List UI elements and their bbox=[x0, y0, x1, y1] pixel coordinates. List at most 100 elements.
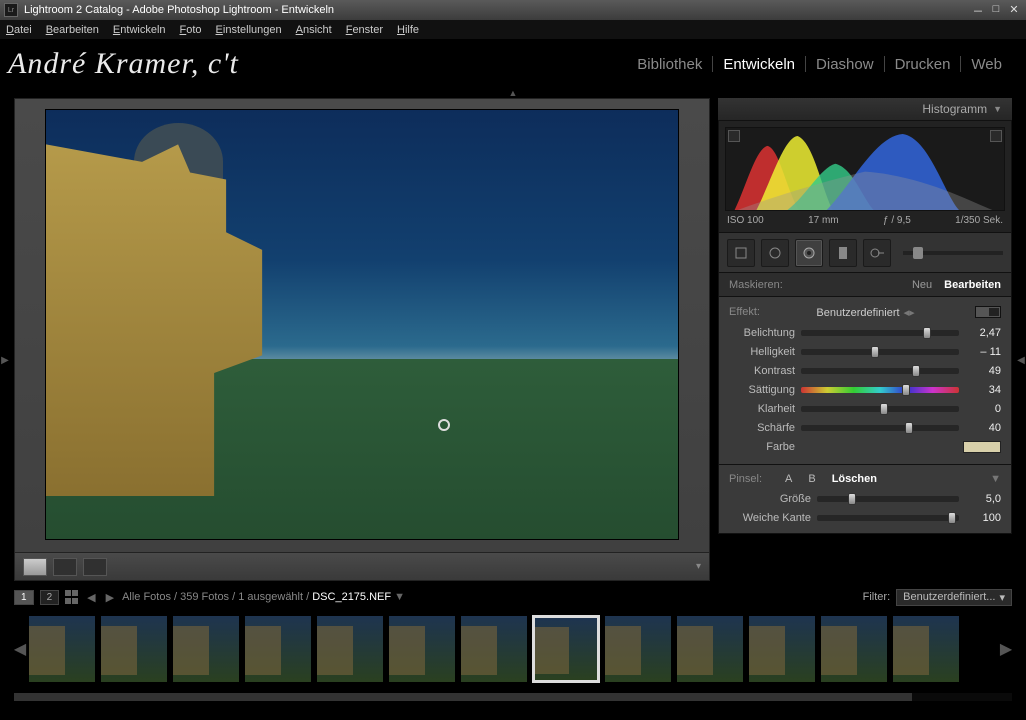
brush-collapse-icon[interactable]: ▼ bbox=[990, 473, 1001, 485]
slider-track-Kontrast[interactable] bbox=[801, 368, 959, 374]
slider-knob-Sättigung[interactable] bbox=[902, 384, 910, 396]
module-picker: BibliothekEntwickelnDiashowDruckenWeb bbox=[627, 56, 1012, 73]
histogram-collapse-icon[interactable]: ▼ bbox=[993, 104, 1002, 114]
menu-hilfe[interactable]: Hilfe bbox=[397, 24, 419, 36]
left-panel-expand[interactable]: ▶ bbox=[0, 330, 10, 390]
module-web[interactable]: Web bbox=[961, 56, 1012, 73]
view-before-after-y-button[interactable] bbox=[53, 558, 77, 576]
second-monitor-1[interactable]: 1 bbox=[14, 590, 34, 605]
brush-knob-Weiche Kante[interactable] bbox=[948, 512, 956, 524]
thumbnail[interactable] bbox=[388, 615, 456, 683]
view-before-after-x-button[interactable] bbox=[83, 558, 107, 576]
filmstrip-scrollbar[interactable] bbox=[14, 693, 1012, 701]
mask-new[interactable]: Neu bbox=[912, 279, 932, 291]
thumbnail[interactable] bbox=[604, 615, 672, 683]
slider-knob-Helligkeit[interactable] bbox=[871, 346, 879, 358]
histogram-chart[interactable] bbox=[725, 127, 1005, 211]
image-preview-area[interactable] bbox=[14, 98, 710, 553]
mask-label: Maskieren: bbox=[729, 279, 783, 291]
nav-prev-icon[interactable]: ◀ bbox=[85, 591, 97, 604]
brush-value-Weiche Kante[interactable]: 100 bbox=[959, 512, 1001, 524]
menu-entwickeln[interactable]: Entwickeln bbox=[113, 24, 166, 36]
crop-tool[interactable] bbox=[727, 239, 755, 267]
tool-strip bbox=[718, 233, 1012, 273]
slider-value-Helligkeit[interactable]: – 11 bbox=[959, 346, 1001, 358]
brush-track-Größe[interactable] bbox=[817, 496, 959, 502]
effect-preset-dropdown[interactable]: Benutzerdefiniert◂▸ bbox=[760, 306, 975, 319]
scrollbar-thumb[interactable] bbox=[14, 693, 912, 701]
effect-toggle[interactable] bbox=[975, 306, 1001, 318]
menu-fenster[interactable]: Fenster bbox=[346, 24, 383, 36]
menu-ansicht[interactable]: Ansicht bbox=[296, 24, 332, 36]
brush-erase[interactable]: Löschen bbox=[832, 473, 877, 485]
slider-track-Klarheit[interactable] bbox=[801, 406, 959, 412]
menu-datei[interactable]: Datei bbox=[6, 24, 32, 36]
histogram-header[interactable]: Histogramm ▼ bbox=[718, 98, 1012, 120]
slider-track-Sättigung[interactable] bbox=[801, 387, 959, 393]
thumbnail[interactable] bbox=[100, 615, 168, 683]
slider-value-Sättigung[interactable]: 34 bbox=[959, 384, 1001, 396]
thumbnail[interactable] bbox=[172, 615, 240, 683]
top-panel-collapse[interactable]: ▲ bbox=[0, 88, 1026, 98]
nav-next-icon[interactable]: ▶ bbox=[104, 591, 116, 604]
color-swatch[interactable] bbox=[963, 441, 1001, 453]
menu-einstellungen[interactable]: Einstellungen bbox=[216, 24, 282, 36]
module-diashow[interactable]: Diashow bbox=[806, 56, 884, 73]
mask-edit[interactable]: Bearbeiten bbox=[944, 279, 1001, 291]
module-drucken[interactable]: Drucken bbox=[885, 56, 961, 73]
slider-track-Helligkeit[interactable] bbox=[801, 349, 959, 355]
adjustment-pin[interactable] bbox=[438, 419, 450, 431]
menu-bar: Datei Bearbeiten Entwickeln Foto Einstellung… bbox=[0, 20, 1026, 40]
thumbnail[interactable] bbox=[676, 615, 744, 683]
slider-track-Belichtung[interactable] bbox=[801, 330, 959, 336]
second-monitor-2[interactable]: 2 bbox=[40, 590, 60, 605]
adjustment-brush-tool[interactable] bbox=[863, 239, 891, 267]
slider-value-Belichtung[interactable]: 2,47 bbox=[959, 327, 1001, 339]
effect-panel: Effekt: Benutzerdefiniert◂▸ Belichtung 2… bbox=[718, 297, 1012, 465]
slider-knob-Kontrast[interactable] bbox=[912, 365, 920, 377]
thumbnail[interactable] bbox=[244, 615, 312, 683]
photo-canvas[interactable] bbox=[45, 109, 679, 540]
minimize-button[interactable]: － bbox=[970, 3, 986, 17]
thumbnail[interactable] bbox=[820, 615, 888, 683]
brush-track-Weiche Kante[interactable] bbox=[817, 515, 959, 521]
maximize-button[interactable]: □ bbox=[988, 3, 1004, 17]
brush-knob-Größe[interactable] bbox=[848, 493, 856, 505]
brush-b[interactable]: B bbox=[808, 473, 815, 485]
thumbnail[interactable] bbox=[748, 615, 816, 683]
spot-tool[interactable] bbox=[761, 239, 789, 267]
module-bibliothek[interactable]: Bibliothek bbox=[627, 56, 712, 73]
menu-foto[interactable]: Foto bbox=[180, 24, 202, 36]
slider-value-Schärfe[interactable]: 40 bbox=[959, 422, 1001, 434]
module-entwickeln[interactable]: Entwickeln bbox=[713, 56, 805, 73]
thumbnail[interactable] bbox=[532, 615, 600, 683]
graduated-filter-tool[interactable] bbox=[829, 239, 857, 267]
menu-bearbeiten[interactable]: Bearbeiten bbox=[46, 24, 99, 36]
thumbnail[interactable] bbox=[316, 615, 384, 683]
thumbnail[interactable] bbox=[28, 615, 96, 683]
redeye-tool[interactable] bbox=[795, 239, 823, 267]
slider-knob-Belichtung[interactable] bbox=[923, 327, 931, 339]
thumbnail[interactable] bbox=[460, 615, 528, 683]
thumbnail[interactable] bbox=[892, 615, 960, 683]
view-loupe-button[interactable] bbox=[23, 558, 47, 576]
filmstrip-scroll-left[interactable]: ◀ bbox=[14, 614, 26, 684]
filmstrip-scroll-right[interactable]: ▶ bbox=[1000, 614, 1012, 684]
brush-value-Größe[interactable]: 5,0 bbox=[959, 493, 1001, 505]
close-button[interactable]: ✕ bbox=[1006, 3, 1022, 17]
brush-size-quick-slider[interactable] bbox=[903, 251, 1003, 255]
breadcrumb[interactable]: Alle Fotos / 359 Fotos / 1 ausgewählt / … bbox=[122, 591, 405, 603]
filter-preset-dropdown[interactable]: Benutzerdefiniert...▾ bbox=[896, 589, 1012, 606]
soft-proof-dropdown[interactable]: ▾ bbox=[696, 561, 701, 572]
slider-knob-Schärfe[interactable] bbox=[905, 422, 913, 434]
filter-label: Filter: bbox=[863, 591, 891, 603]
app-icon: Lr bbox=[4, 3, 18, 17]
grid-view-icon[interactable] bbox=[65, 590, 79, 604]
brush-a[interactable]: A bbox=[785, 473, 792, 485]
slider-value-Kontrast[interactable]: 49 bbox=[959, 365, 1001, 377]
slider-label-Sättigung: Sättigung bbox=[729, 384, 801, 396]
right-panel-expand[interactable]: ◀ bbox=[1016, 330, 1026, 390]
slider-track-Schärfe[interactable] bbox=[801, 425, 959, 431]
slider-knob-Klarheit[interactable] bbox=[880, 403, 888, 415]
slider-value-Klarheit[interactable]: 0 bbox=[959, 403, 1001, 415]
